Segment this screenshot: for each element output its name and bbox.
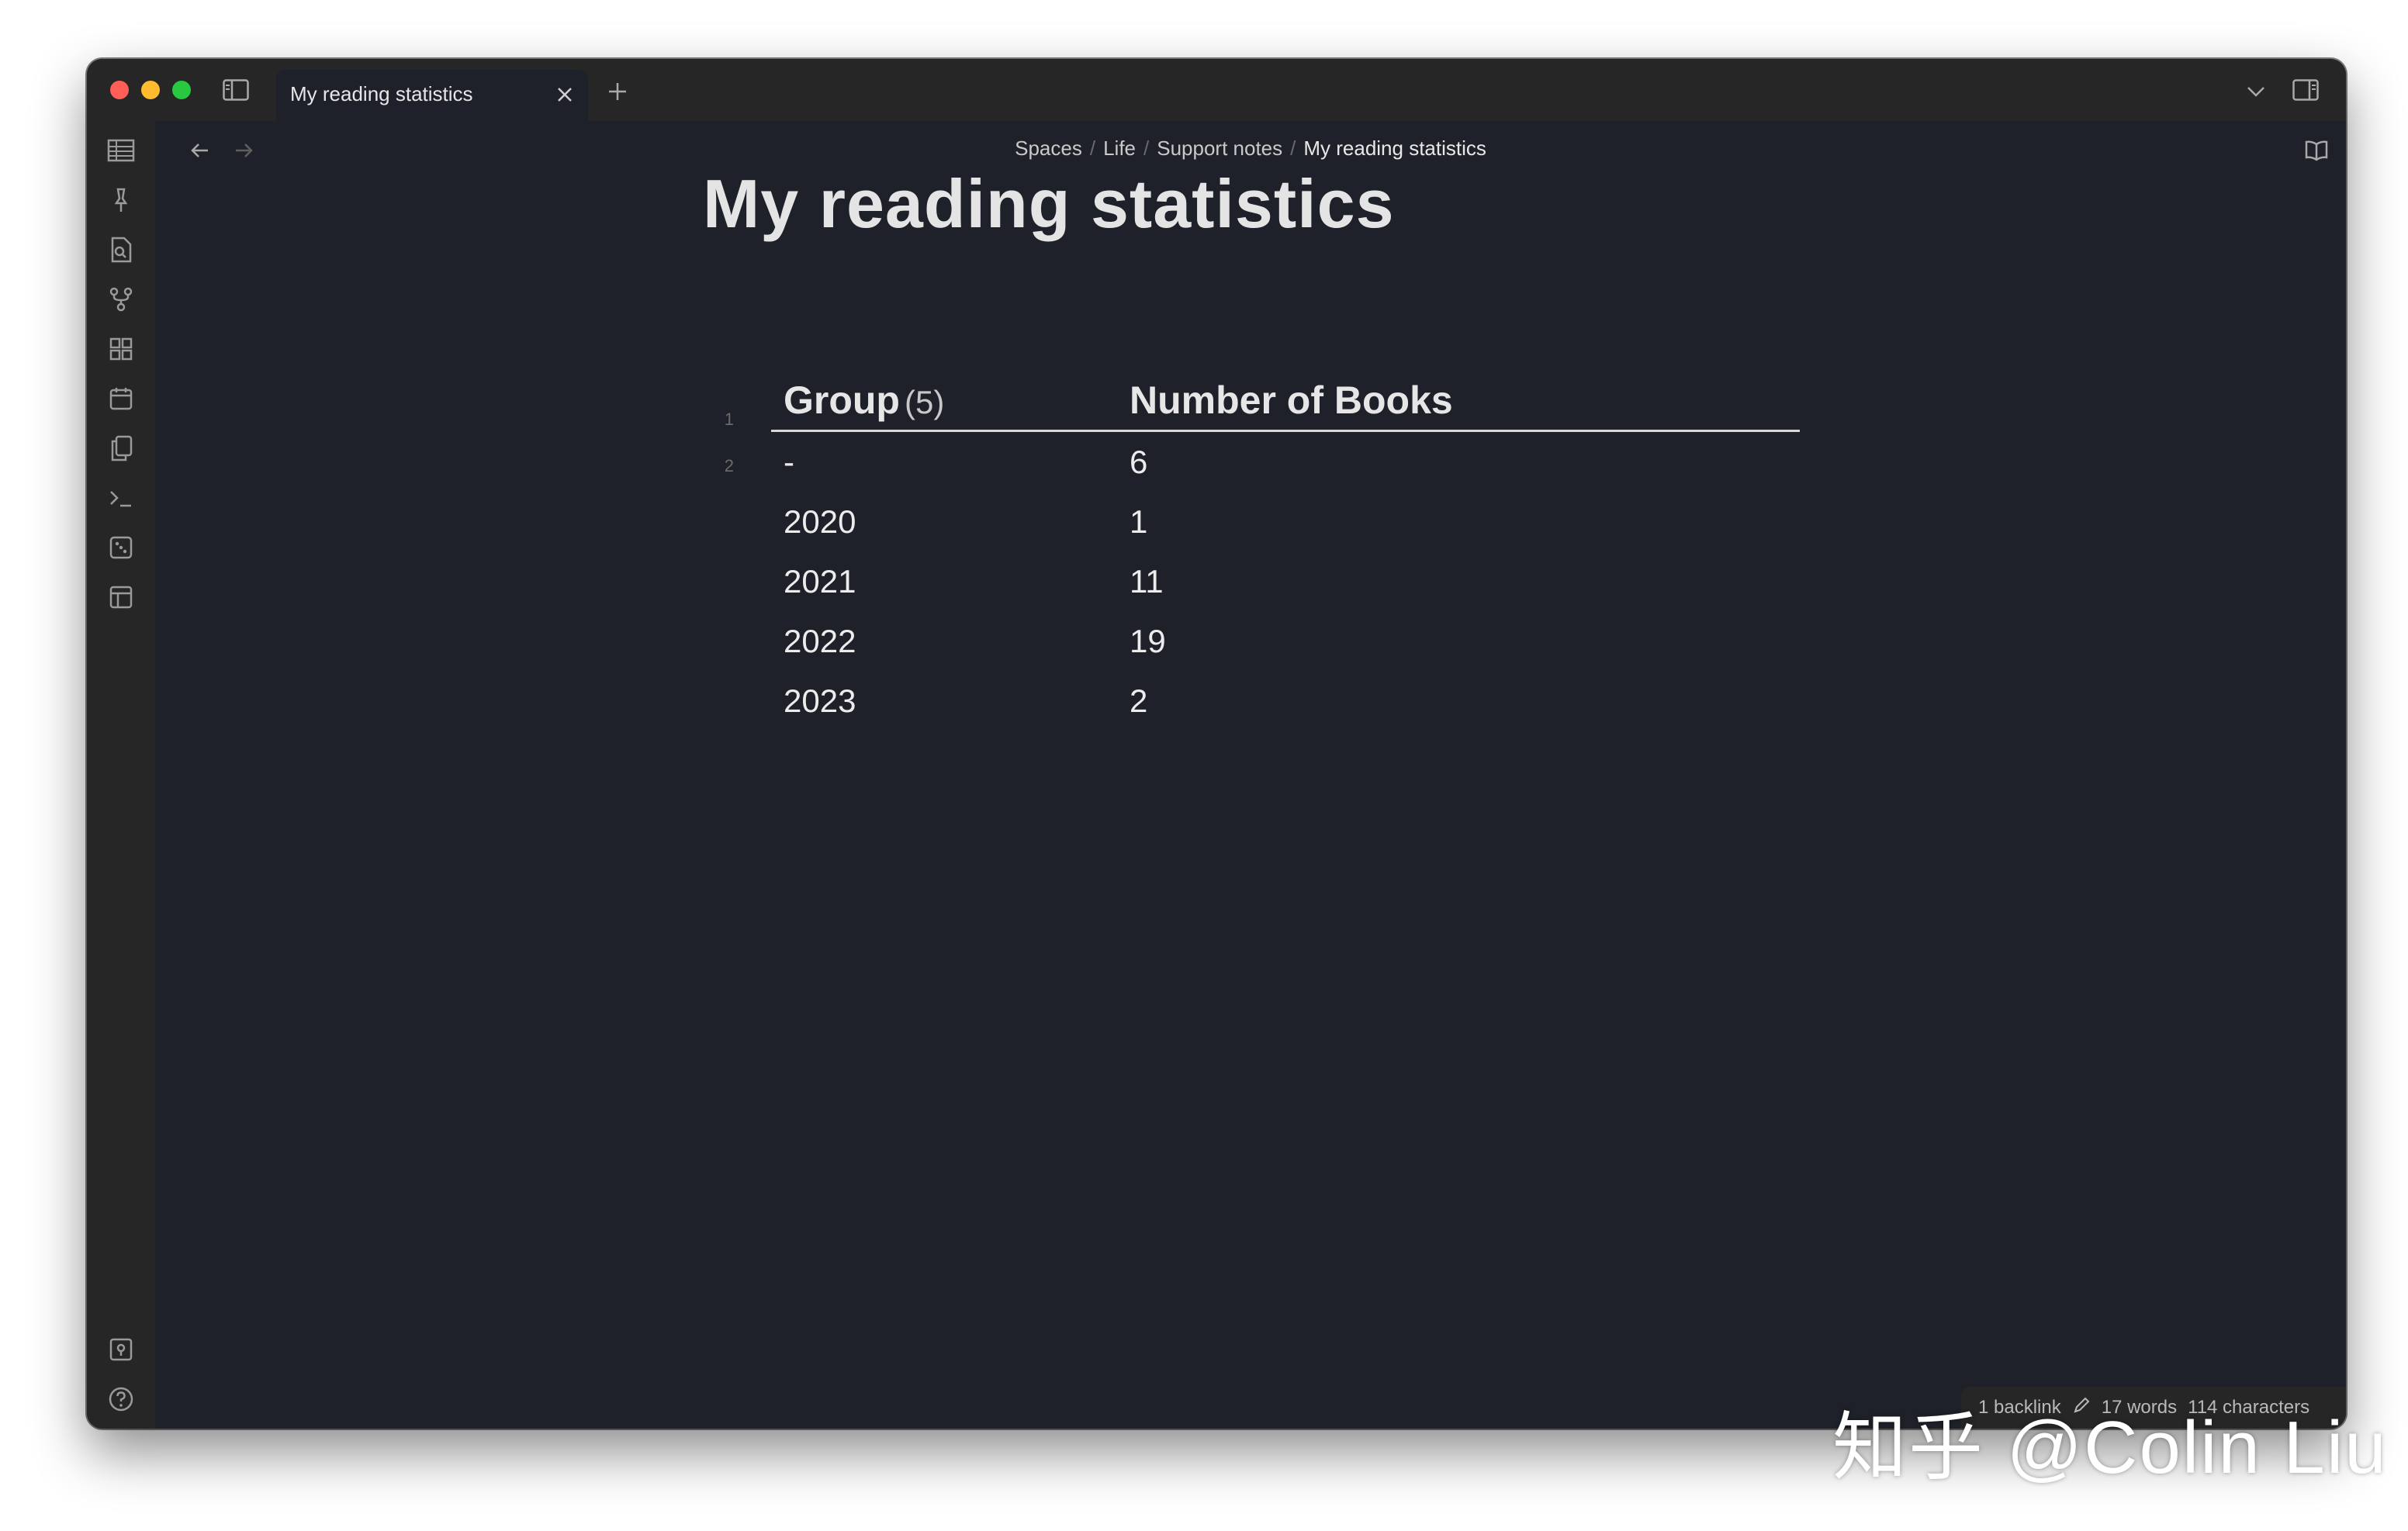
breadcrumb-separator: / <box>1143 137 1150 160</box>
column-header-books[interactable]: Number of Books <box>1130 378 1800 423</box>
cell-books: 11 <box>1130 562 1164 600</box>
breadcrumb-item-life[interactable]: Life <box>1103 137 1136 160</box>
calendar-icon[interactable] <box>106 383 137 414</box>
line-number: 1 <box>724 410 734 429</box>
cell-group: - <box>784 443 794 480</box>
data-table: Group (5) Number of Books - 6 2020 1 2021… <box>771 371 1800 731</box>
new-tab-icon[interactable] <box>602 76 633 107</box>
group-header-label: Group <box>784 378 900 422</box>
git-fork-icon[interactable] <box>106 284 137 315</box>
left-ribbon <box>87 121 155 1429</box>
group-count: (5) <box>904 384 945 420</box>
cell-books: 6 <box>1130 443 1148 480</box>
cell-group: 2022 <box>784 622 856 659</box>
line-number: 2 <box>724 456 734 475</box>
table-row: 2020 1 <box>771 492 1800 551</box>
note-title[interactable]: My reading statistics <box>703 164 1395 244</box>
editor-pane: Spaces / Life / Support notes / My reading sta… <box>155 121 2346 1429</box>
column-header-group[interactable]: Group (5) <box>771 378 1130 423</box>
toggle-left-sidebar-icon[interactable] <box>220 76 251 104</box>
cell-group: 2020 <box>784 503 856 540</box>
breadcrumb: Spaces / Life / Support notes / My reading sta… <box>155 137 2346 161</box>
toggle-right-sidebar-icon[interactable] <box>2289 76 2323 104</box>
table-row: 2023 2 <box>771 671 1800 731</box>
pin-icon[interactable] <box>106 185 137 216</box>
dice-icon[interactable] <box>106 532 137 563</box>
table-icon[interactable] <box>106 135 137 166</box>
close-window-button[interactable] <box>110 81 129 99</box>
help-icon[interactable] <box>106 1384 137 1415</box>
tab-title: My reading statistics <box>290 82 473 105</box>
grid-icon[interactable] <box>106 334 137 365</box>
close-tab-icon[interactable] <box>554 84 576 109</box>
chevron-down-icon[interactable] <box>2240 78 2271 105</box>
maximize-window-button[interactable] <box>172 81 191 99</box>
breadcrumb-separator: / <box>1290 137 1296 160</box>
breadcrumb-item-current[interactable]: My reading statistics <box>1303 137 1486 160</box>
reading-view-icon[interactable] <box>2301 135 2332 166</box>
title-bar: My reading statistics <box>87 59 2346 121</box>
breadcrumb-item-spaces[interactable]: Spaces <box>1015 137 1082 160</box>
tab-my-reading-statistics[interactable]: My reading statistics <box>276 70 588 121</box>
vault-icon[interactable] <box>106 1334 137 1365</box>
table-row: - 6 <box>771 432 1800 492</box>
minimize-window-button[interactable] <box>141 81 160 99</box>
breadcrumb-separator: / <box>1089 137 1096 160</box>
copy-icon[interactable] <box>106 433 137 464</box>
watermark: 知乎 @Colin Liu <box>1832 1406 2388 1489</box>
cell-books: 1 <box>1130 503 1148 540</box>
cell-books: 2 <box>1130 682 1148 719</box>
breadcrumb-item-support-notes[interactable]: Support notes <box>1157 137 1282 160</box>
cell-books: 19 <box>1130 622 1166 659</box>
table-row: 2022 19 <box>771 611 1800 671</box>
terminal-icon[interactable] <box>106 482 137 513</box>
table-row: 2021 11 <box>771 551 1800 611</box>
cell-group: 2023 <box>784 682 856 719</box>
table-header-row: Group (5) Number of Books <box>771 371 1800 432</box>
file-search-icon[interactable] <box>106 234 137 265</box>
layout-icon[interactable] <box>106 582 137 613</box>
app-window: My reading statistics Spaces / Life / Su… <box>87 59 2346 1429</box>
cell-group: 2021 <box>784 562 856 600</box>
